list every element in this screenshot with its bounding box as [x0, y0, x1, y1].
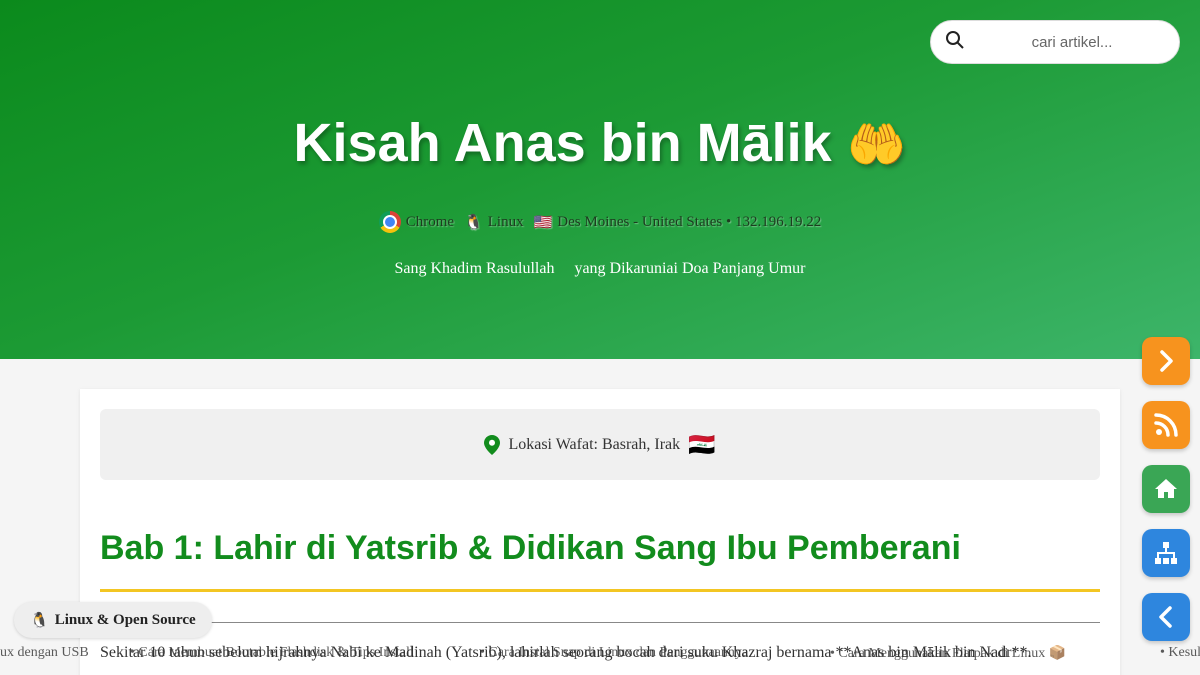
visitor-meta: Chrome 🐧 Linux 🇺🇸 Des Moines - United St…: [0, 211, 1200, 233]
search-box[interactable]: [930, 20, 1180, 64]
iraq-flag-icon: 🇮🇶: [688, 431, 716, 457]
browser-info: Chrome: [378, 211, 455, 233]
chapter-heading: Bab 1: Lahir di Yatsrib & Didikan Sang I…: [100, 529, 961, 567]
linux-icon: 🐧: [30, 612, 49, 629]
ticker-item[interactable]: ux dengan USB: [0, 645, 89, 661]
chrome-icon: [378, 211, 401, 233]
sitemap-icon: [1155, 542, 1177, 564]
location-label: Des Moines - United States • 132.196.19.…: [557, 213, 822, 230]
title-text: Kisah Anas bin Mālik: [293, 113, 832, 173]
os-label: Linux: [487, 213, 524, 230]
heading-underline: [100, 589, 1100, 592]
tagline-part-1: Sang Khadim Rasulullah: [394, 260, 555, 277]
ticker-item[interactable]: • Cara Membuat Bootable Flashdisk & Tips…: [130, 645, 414, 661]
search-input[interactable]: [977, 33, 1167, 51]
back-button[interactable]: [1142, 593, 1190, 641]
next-button[interactable]: [1142, 337, 1190, 385]
ticker-item[interactable]: • Kesul: [1160, 645, 1200, 661]
praying-hands-icon: 🤲: [846, 119, 907, 172]
os-info: 🐧 Linux: [464, 213, 524, 232]
browser-label: Chrome: [405, 213, 455, 230]
us-flag-icon: 🇺🇸: [533, 214, 553, 231]
chevron-left-icon: [1159, 606, 1172, 628]
map-pin-icon: [484, 434, 501, 455]
ticker-item[interactable]: • Cara Instal Snap di Linux dan Pengguna…: [480, 645, 748, 661]
article-card: Lokasi Wafat: Basrah, Irak 🇮🇶 Bab 1: Lah…: [80, 389, 1120, 675]
location-info: 🇺🇸 Des Moines - United States • 132.196.…: [534, 213, 822, 232]
rss-icon: [1154, 413, 1178, 437]
ticker-item[interactable]: • Cara Menggunakan Flatpak di Linux 📦: [830, 645, 1066, 662]
linux-icon: 🐧: [464, 214, 483, 231]
rss-button[interactable]: [1142, 401, 1190, 449]
tagline: Sang Khadim Rasulullah yang Dikaruniai D…: [0, 260, 1200, 278]
related-posts-ticker: ux dengan USB • Cara Membuat Bootable Fl…: [0, 645, 1200, 665]
badge-label: Linux & Open Source: [54, 611, 196, 628]
death-location-box: Lokasi Wafat: Basrah, Irak 🇮🇶: [100, 409, 1100, 480]
home-icon: [1155, 479, 1177, 498]
search-icon[interactable]: [945, 30, 965, 55]
sitemap-button[interactable]: [1142, 529, 1190, 577]
location-text: Lokasi Wafat: Basrah, Irak: [508, 435, 681, 453]
tagline-part-2: yang Dikaruniai Doa Panjang Umur: [574, 260, 806, 277]
category-badge[interactable]: 🐧 Linux & Open Source: [14, 602, 212, 638]
chevron-right-icon: [1160, 350, 1173, 372]
home-button[interactable]: [1142, 465, 1190, 513]
divider: [100, 622, 1100, 623]
page-title: Kisah Anas bin Mālik 🤲: [0, 112, 1200, 174]
